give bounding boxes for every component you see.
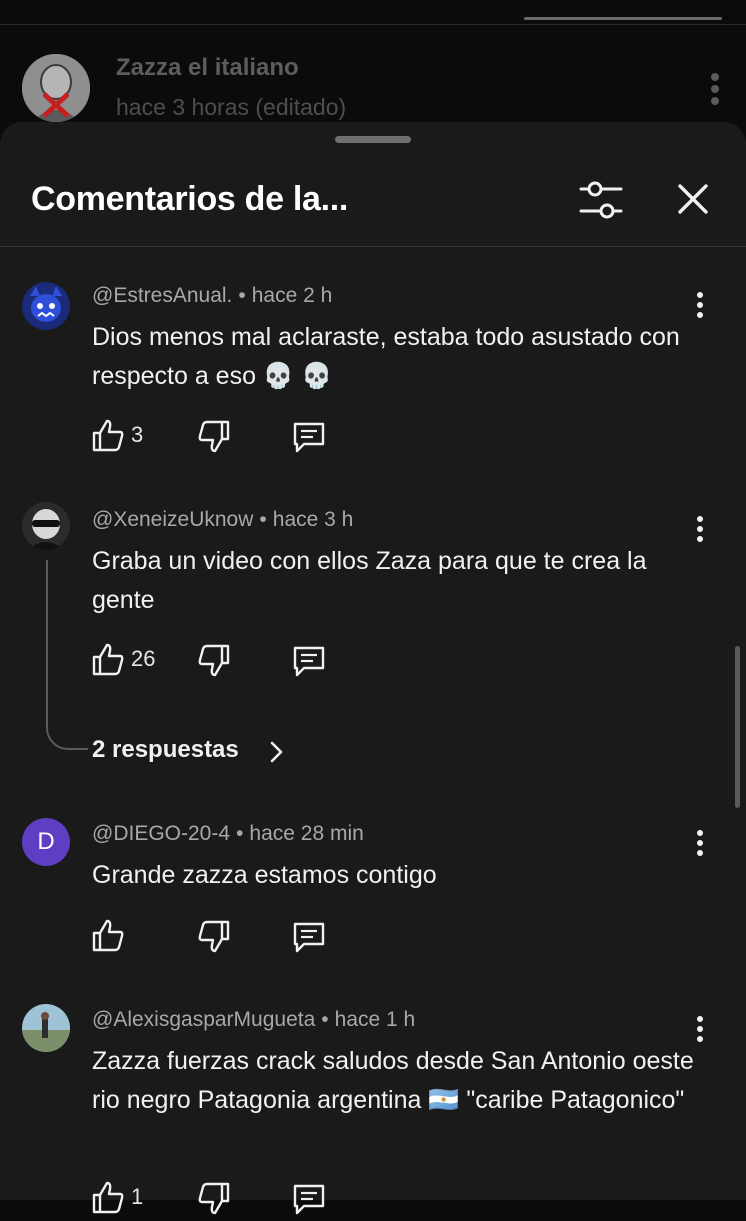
avatar-letter: D bbox=[37, 828, 55, 855]
more-vert-icon[interactable] bbox=[688, 514, 712, 544]
meta-separator: • bbox=[259, 508, 267, 531]
comment-actions: 1 bbox=[92, 1180, 352, 1220]
reply-icon[interactable] bbox=[292, 420, 326, 454]
dislike-icon[interactable] bbox=[198, 920, 230, 954]
comment-text: Zazza fuerzas crack saludos desde San An… bbox=[92, 1047, 694, 1114]
close-button[interactable] bbox=[672, 178, 714, 220]
comment-text: Dios menos mal aclaraste, estaba todo as… bbox=[92, 323, 680, 390]
comment-time: hace 2 h bbox=[251, 284, 333, 307]
like-count: 1 bbox=[131, 1184, 144, 1209]
comment-actions: 3 bbox=[92, 418, 352, 458]
comment-author[interactable]: @EstresAnual. bbox=[92, 284, 232, 307]
sheet-title: Comentarios de la... bbox=[31, 180, 349, 218]
like-icon[interactable] bbox=[92, 418, 124, 452]
comment-time: hace 28 min bbox=[249, 822, 364, 845]
like-icon[interactable] bbox=[92, 1180, 124, 1214]
comment-text: Grande zazza estamos contigo bbox=[92, 861, 437, 889]
chevron-right-icon[interactable] bbox=[266, 740, 286, 764]
avatar[interactable] bbox=[22, 502, 70, 550]
like-icon[interactable] bbox=[92, 642, 124, 676]
sliders-icon bbox=[579, 181, 623, 219]
reply-icon[interactable] bbox=[292, 920, 326, 954]
background-author: Zazza el italiano bbox=[116, 54, 299, 81]
comment-text: Graba un video con ellos Zaza para que t… bbox=[92, 547, 647, 614]
like-count: 26 bbox=[131, 646, 156, 671]
filter-button[interactable] bbox=[578, 178, 624, 222]
background-time: hace 3 horas (editado) bbox=[116, 94, 347, 120]
comment-actions bbox=[92, 918, 352, 958]
avatar[interactable] bbox=[22, 282, 70, 330]
comment-author[interactable]: @XeneizeUknow bbox=[92, 508, 253, 531]
comment-author[interactable]: @DIEGO-20-4 bbox=[92, 822, 230, 845]
comment-time: hace 1 h bbox=[334, 1008, 416, 1031]
meta-separator: • bbox=[238, 284, 246, 307]
avatar[interactable]: D bbox=[22, 818, 70, 866]
close-icon bbox=[678, 184, 708, 214]
reply-icon[interactable] bbox=[292, 644, 326, 678]
reply-icon[interactable] bbox=[292, 1182, 326, 1216]
like-icon[interactable] bbox=[92, 918, 124, 952]
more-vert-icon[interactable] bbox=[704, 72, 726, 111]
more-vert-icon[interactable] bbox=[688, 828, 712, 858]
more-vert-icon[interactable] bbox=[688, 1014, 712, 1044]
comment-meta: @DIEGO-20-4 • hace 28 min bbox=[92, 822, 364, 846]
divider bbox=[0, 246, 746, 247]
reply-thread-line bbox=[46, 560, 88, 750]
like-count: 3 bbox=[131, 422, 144, 447]
view-replies-button[interactable]: 2 respuestas bbox=[92, 736, 239, 764]
dislike-icon[interactable] bbox=[198, 420, 230, 454]
dislike-icon[interactable] bbox=[198, 1182, 230, 1216]
meta-separator: • bbox=[236, 822, 244, 845]
background-comment: Zazza el italiano hace 3 horas (editado) bbox=[0, 24, 746, 134]
scrollbar[interactable] bbox=[735, 646, 740, 808]
comment-time: hace 3 h bbox=[272, 508, 354, 531]
drag-handle[interactable] bbox=[335, 136, 411, 143]
top-bar bbox=[0, 0, 746, 25]
dislike-icon[interactable] bbox=[198, 644, 230, 678]
comment-meta: @XeneizeUknow • hace 3 h bbox=[92, 508, 353, 532]
comment-actions: 26 bbox=[92, 642, 352, 682]
home-indicator bbox=[524, 17, 722, 20]
comment-meta: @AlexisgasparMugueta • hace 1 h bbox=[92, 1008, 415, 1032]
more-vert-icon[interactable] bbox=[688, 290, 712, 320]
avatar[interactable] bbox=[22, 1004, 70, 1052]
comment-author[interactable]: @AlexisgasparMugueta bbox=[92, 1008, 315, 1031]
avatar[interactable] bbox=[22, 54, 90, 122]
comment-meta: @EstresAnual. • hace 2 h bbox=[92, 284, 332, 308]
meta-separator: • bbox=[321, 1008, 329, 1031]
